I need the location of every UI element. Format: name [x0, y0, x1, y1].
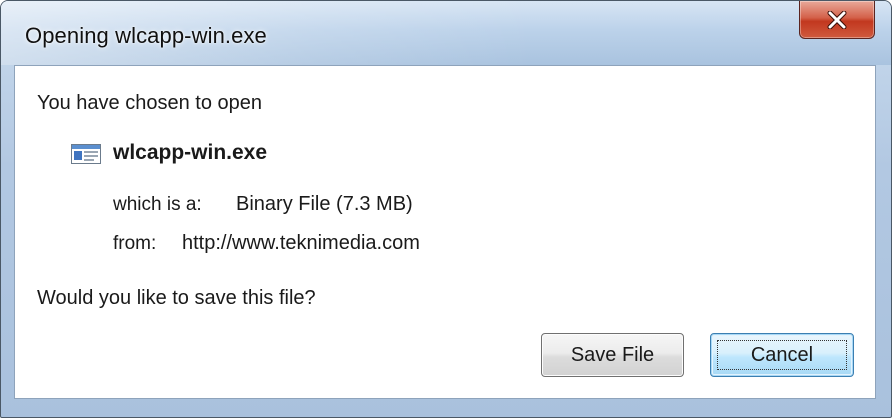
file-type-value: Binary File (7.3 MB)	[236, 193, 413, 215]
cancel-button[interactable]: Cancel	[710, 333, 854, 377]
window-title: Opening wlcapp-win.exe	[25, 23, 267, 48]
close-icon	[826, 10, 848, 29]
save-question: Would you like to save this file?	[37, 287, 316, 309]
close-button[interactable]	[799, 1, 875, 39]
source-url: http://www.teknimedia.com	[182, 232, 420, 254]
dialog-body: You have chosen to open wlcapp-win.exe w…	[14, 65, 876, 399]
title-bar[interactable]: Opening wlcapp-win.exe	[1, 1, 891, 65]
source-label: from:	[113, 233, 157, 254]
cancel-button-label: Cancel	[750, 343, 814, 366]
file-name: wlcapp-win.exe	[113, 141, 268, 164]
executable-file-icon	[71, 144, 101, 164]
save-file-button[interactable]: Save File	[541, 333, 684, 377]
save-file-button-label: Save File	[570, 343, 655, 366]
intro-text: You have chosen to open	[37, 92, 263, 114]
download-dialog-window: Opening wlcapp-win.exe You have chosen t…	[0, 0, 892, 418]
file-type-label: which is a:	[113, 194, 202, 215]
